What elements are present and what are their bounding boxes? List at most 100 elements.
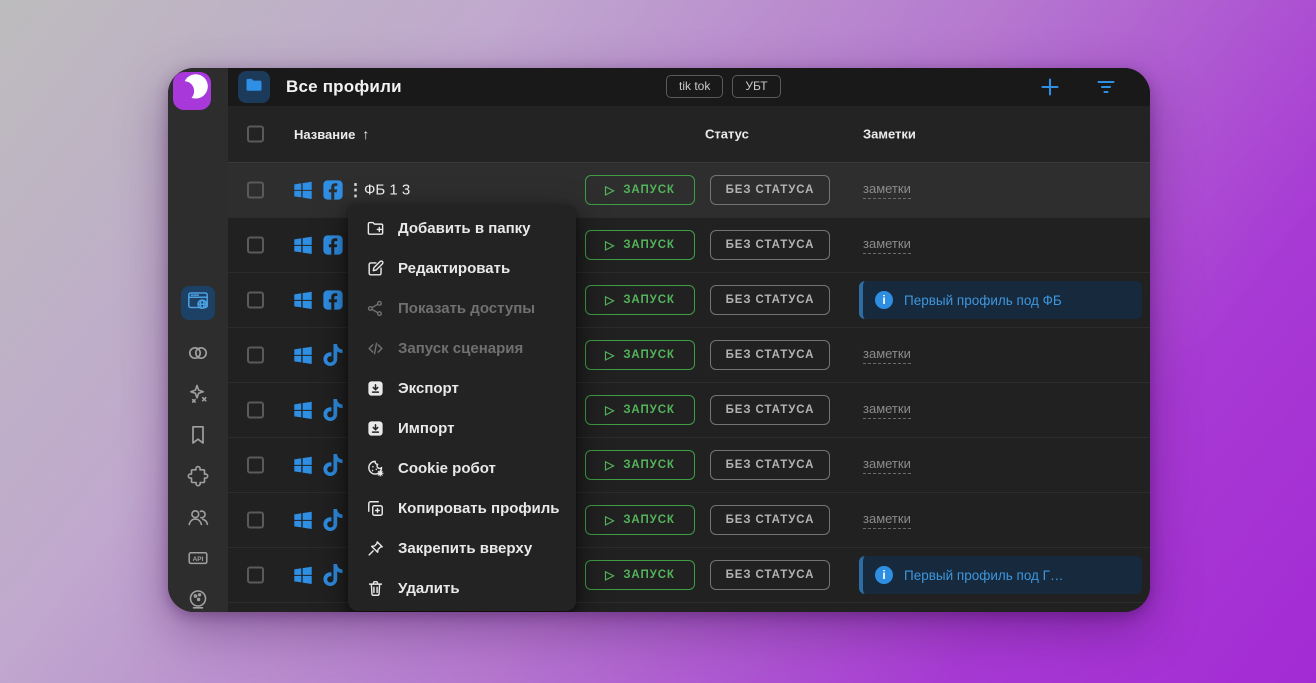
sidebar-nav: API (168, 286, 228, 612)
play-icon: ▷ (605, 239, 615, 251)
facebook-icon (322, 234, 344, 256)
row-checkbox[interactable] (247, 402, 264, 419)
menu-item-cookie[interactable]: Cookie робот (348, 448, 576, 488)
launch-button[interactable]: ▷ ЗАПУСК (585, 560, 695, 590)
sidebar-item-team[interactable] (181, 505, 215, 533)
note-placeholder[interactable]: заметки (863, 236, 911, 254)
bookmarks-icon (186, 423, 210, 452)
row-checkbox[interactable] (247, 237, 264, 254)
tag-list: tik tok УБТ (666, 75, 781, 98)
note-text: Первый профиль под ФБ (904, 293, 1062, 308)
status-button[interactable]: БЕЗ СТАТУСА (710, 340, 830, 370)
row-menu-icon[interactable]: ⋮ (347, 182, 364, 199)
status-button[interactable]: БЕЗ СТАТУСА (710, 285, 830, 315)
launch-button[interactable]: ▷ ЗАПУСК (585, 285, 695, 315)
menu-item-import[interactable]: Импорт (348, 408, 576, 448)
import-icon (365, 418, 385, 438)
tiktok-icon (322, 454, 344, 476)
trash-icon (365, 578, 385, 598)
add-profile-button[interactable] (1038, 75, 1062, 99)
windows-icon (292, 344, 314, 366)
cookie-icon (365, 458, 385, 478)
windows-icon (292, 289, 314, 311)
share-icon (365, 298, 385, 318)
sidebar-item-proxy[interactable] (181, 341, 215, 369)
note-placeholder[interactable]: заметки (863, 456, 911, 474)
edit-icon (365, 258, 385, 278)
menu-item-pin[interactable]: Закрепить вверху (348, 528, 576, 568)
svg-text:API: API (193, 555, 204, 562)
tag-tiktok[interactable]: tik tok (666, 75, 723, 98)
tiktok-icon (322, 564, 344, 586)
filter-button[interactable] (1094, 75, 1118, 99)
launch-label: ЗАПУСК (623, 404, 675, 416)
tiktok-icon (322, 344, 344, 366)
row-checkbox[interactable] (247, 347, 264, 364)
sidebar-item-bookmarks[interactable] (181, 423, 215, 451)
team-icon (186, 505, 210, 534)
launch-button[interactable]: ▷ ЗАПУСК (585, 450, 695, 480)
column-header-status: Статус (705, 127, 749, 142)
menu-item-code: Запуск сценария (348, 328, 576, 368)
sort-asc-icon: ↑ (362, 126, 369, 142)
select-all-checkbox[interactable] (247, 126, 264, 143)
play-icon: ▷ (605, 459, 615, 471)
extensions-icon (186, 464, 210, 493)
proxy-icon (186, 341, 210, 370)
windows-icon (292, 454, 314, 476)
row-checkbox[interactable] (247, 457, 264, 474)
column-name-label: Название (294, 127, 355, 142)
row-checkbox[interactable] (247, 567, 264, 584)
copy-icon (365, 498, 385, 518)
note-placeholder[interactable]: заметки (863, 401, 911, 419)
note-box[interactable]: i Первый профиль под ФБ (859, 281, 1142, 319)
sidebar-item-extensions[interactable] (181, 464, 215, 492)
row-checkbox[interactable] (247, 512, 264, 529)
api-icon: API (186, 546, 210, 575)
status-button[interactable]: БЕЗ СТАТУСА (710, 560, 830, 590)
menu-item-copy[interactable]: Копировать профиль (348, 488, 576, 528)
folder-plus-icon (365, 218, 385, 238)
note-placeholder[interactable]: заметки (863, 181, 911, 199)
launch-button[interactable]: ▷ ЗАПУСК (585, 340, 695, 370)
facebook-icon (322, 179, 344, 201)
status-button[interactable]: БЕЗ СТАТУСА (710, 505, 830, 535)
sidebar: API (168, 68, 228, 612)
menu-item-export[interactable]: Экспорт (348, 368, 576, 408)
sidebar-item-automation[interactable] (181, 382, 215, 410)
note-text: Первый профиль под Г… (904, 568, 1063, 583)
row-checkbox[interactable] (247, 182, 264, 199)
sidebar-item-api[interactable]: API (181, 546, 215, 574)
launch-button[interactable]: ▷ ЗАПУСК (585, 395, 695, 425)
sidebar-item-browser-profiles[interactable] (181, 286, 215, 320)
plus-icon (1038, 86, 1062, 103)
play-icon: ▷ (605, 184, 615, 196)
status-button[interactable]: БЕЗ СТАТУСА (710, 450, 830, 480)
status-button[interactable]: БЕЗ СТАТУСА (710, 175, 830, 205)
status-button[interactable]: БЕЗ СТАТУСА (710, 230, 830, 260)
row-checkbox[interactable] (247, 292, 264, 309)
note-placeholder[interactable]: заметки (863, 511, 911, 529)
note-box[interactable]: i Первый профиль под Г… (859, 556, 1142, 594)
folders-button[interactable] (238, 71, 270, 103)
launch-button[interactable]: ▷ ЗАПУСК (585, 230, 695, 260)
windows-icon (292, 179, 314, 201)
app-logo[interactable] (173, 72, 211, 110)
tag-ubt[interactable]: УБТ (732, 75, 780, 98)
menu-item-folder-plus[interactable]: Добавить в папку (348, 208, 576, 248)
menu-item-label: Редактировать (398, 260, 510, 277)
launch-label: ЗАПУСК (623, 514, 675, 526)
menu-item-edit[interactable]: Редактировать (348, 248, 576, 288)
windows-icon (292, 234, 314, 256)
play-icon: ▷ (605, 514, 615, 526)
note-placeholder[interactable]: заметки (863, 346, 911, 364)
menu-item-label: Cookie робот (398, 460, 496, 477)
column-header-name[interactable]: Название ↑ (294, 126, 369, 142)
titlebar: Все профили tik tok УБТ (228, 68, 1150, 106)
launch-button[interactable]: ▷ ЗАПУСК (585, 505, 695, 535)
menu-item-trash[interactable]: Удалить (348, 568, 576, 608)
sidebar-item-crystal-ball[interactable] (181, 587, 215, 612)
launch-button[interactable]: ▷ ЗАПУСК (585, 175, 695, 205)
status-button[interactable]: БЕЗ СТАТУСА (710, 395, 830, 425)
play-icon: ▷ (605, 404, 615, 416)
